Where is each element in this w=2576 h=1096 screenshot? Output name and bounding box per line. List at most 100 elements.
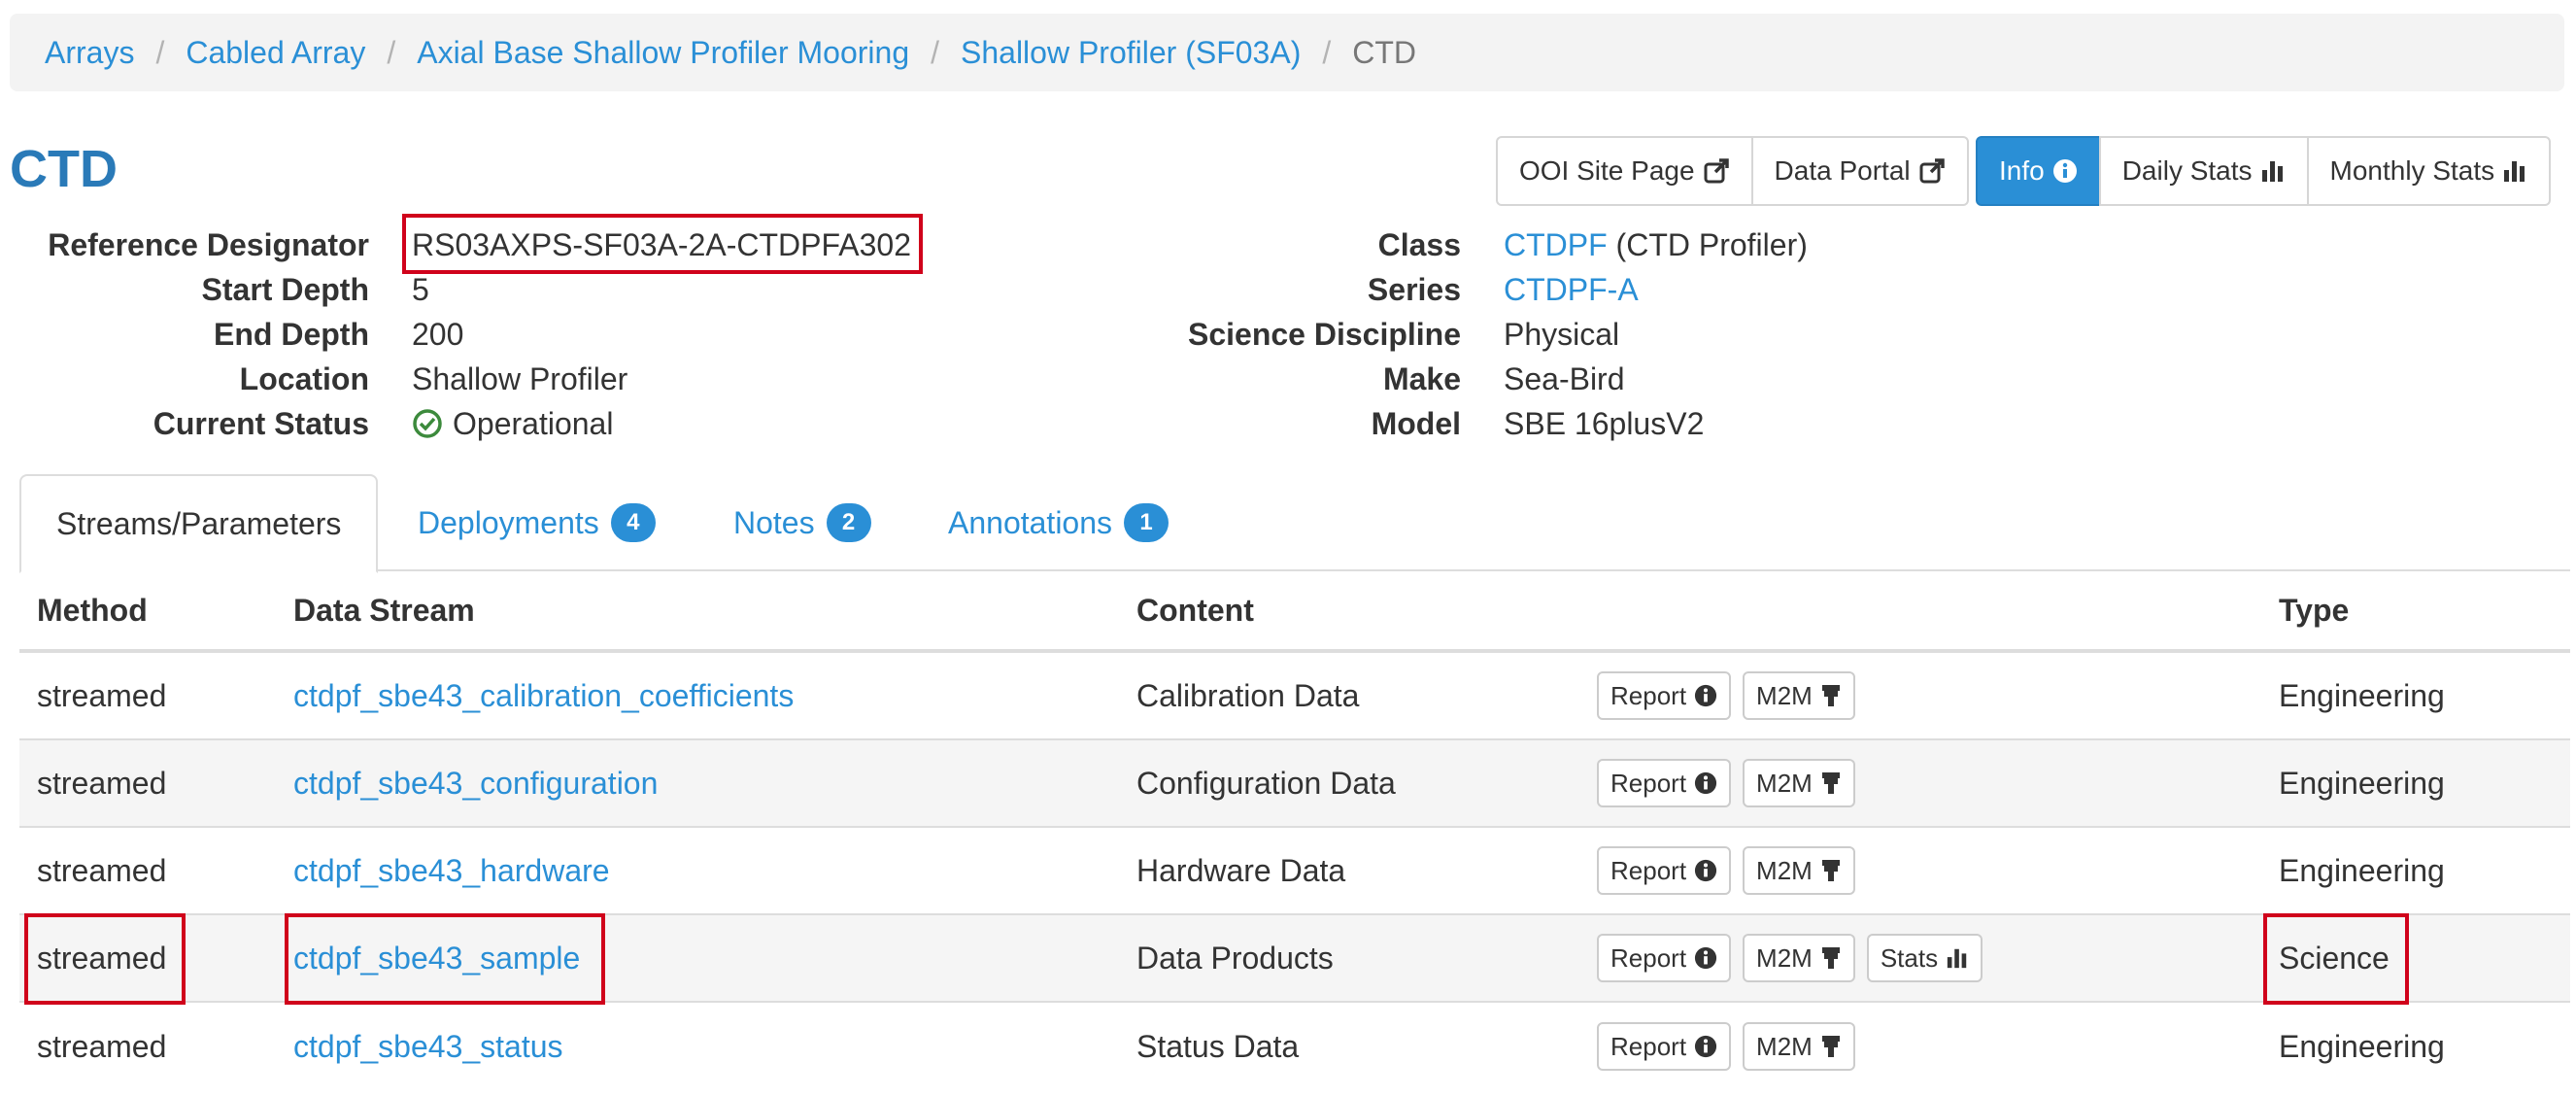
header-data-stream: Data Stream [293, 592, 475, 628]
m2m-label: M2M [1756, 942, 1813, 973]
data-stream-link[interactable]: ctdpf_sbe43_calibration_coefficients [293, 678, 794, 714]
row-type: Engineering [2279, 852, 2445, 888]
data-stream-link[interactable]: ctdpf_sbe43_configuration [293, 766, 658, 802]
tab-streams-label: Streams/Parameters [56, 505, 342, 541]
model-label: Model [1371, 406, 1461, 441]
m2m-button[interactable]: M2M [1743, 671, 1855, 720]
info-circle-icon [1694, 859, 1717, 882]
breadcrumb-mooring[interactable]: Axial Base Shallow Profiler Mooring [417, 35, 909, 71]
current-status-label: Current Status [153, 406, 369, 441]
annotations-count-badge: 1 [1124, 503, 1169, 542]
table-row: streamed ctdpf_sbe43_calibration_coeffic… [19, 653, 2570, 740]
plug-icon [1821, 1036, 1840, 1057]
page-title: CTD [10, 140, 118, 198]
tab-notes-label: Notes [733, 504, 815, 540]
report-button[interactable]: Report [1597, 671, 1732, 720]
ooi-site-page-button[interactable]: OOI Site Page [1496, 136, 1753, 206]
row-content: Configuration Data [1136, 765, 1396, 801]
monthly-stats-button[interactable]: Monthly Stats [2306, 136, 2552, 206]
m2m-button[interactable]: M2M [1743, 1022, 1855, 1071]
report-label: Report [1610, 680, 1687, 710]
bar-chart-icon [2261, 161, 2283, 182]
location-value: Shallow Profiler [412, 361, 628, 396]
data-stream-highlight [285, 913, 605, 1005]
notes-count-badge: 2 [826, 503, 871, 542]
data-stream-link[interactable]: ctdpf_sbe43_status [293, 1029, 563, 1065]
end-depth-label: End Depth [214, 317, 369, 352]
breadcrumb-cabled-array[interactable]: Cabled Array [186, 35, 365, 71]
report-button[interactable]: Report [1597, 759, 1732, 807]
row-type: Engineering [2279, 1028, 2445, 1064]
info-button[interactable]: Info [1976, 136, 2101, 206]
series-link[interactable]: CTDPF-A [1504, 272, 1639, 307]
monthly-stats-label: Monthly Stats [2329, 155, 2495, 186]
row-method: streamed [37, 677, 167, 713]
end-depth-value: 200 [412, 317, 464, 352]
breadcrumb-separator: / [931, 34, 939, 70]
table-row: streamed ctdpf_sbe43_hardware Hardware D… [19, 828, 2570, 915]
m2m-button[interactable]: M2M [1743, 934, 1855, 982]
table-header: Method Data Stream Content Type [19, 571, 2570, 653]
tab-annotations-label: Annotations [948, 504, 1113, 540]
series-value: CTDPF-A [1504, 270, 1639, 309]
series-label: Series [1367, 272, 1461, 307]
report-button[interactable]: Report [1597, 1022, 1732, 1071]
class-link[interactable]: CTDPF [1504, 227, 1608, 262]
report-button[interactable]: Report [1597, 846, 1732, 895]
info-circle-icon [1694, 684, 1717, 707]
reference-designator-label: Reference Designator [48, 227, 369, 262]
breadcrumb-separator: / [1322, 34, 1332, 70]
current-status-text: Operational [453, 406, 614, 441]
tab-annotations[interactable]: Annotations 1 [948, 474, 1169, 571]
model-value: SBE 16plusV2 [1504, 406, 1705, 441]
breadcrumb-profiler[interactable]: Shallow Profiler (SF03A) [961, 35, 1301, 71]
m2m-label: M2M [1756, 855, 1813, 885]
row-method: streamed [37, 852, 167, 888]
row-method: streamed [37, 765, 167, 801]
science-discipline-label: Science Discipline [1187, 317, 1461, 352]
bar-chart-icon [1947, 948, 1967, 969]
check-circle-icon [413, 409, 442, 438]
external-links-group: OOI Site Page Data Portal [1496, 136, 1969, 206]
stats-button[interactable]: Stats [1866, 934, 1983, 982]
breadcrumb-arrays[interactable]: Arrays [45, 35, 134, 71]
make-label: Make [1382, 361, 1461, 396]
ooi-site-page-label: OOI Site Page [1519, 155, 1695, 186]
row-actions: Report M2M [1597, 653, 1867, 738]
table-row: streamed ctdpf_sbe43_sample Data Product… [19, 913, 2570, 1005]
start-depth-value: 5 [412, 272, 429, 307]
tab-deployments[interactable]: Deployments 4 [418, 474, 656, 571]
m2m-button[interactable]: M2M [1743, 846, 1855, 895]
tab-streams-parameters[interactable]: Streams/Parameters [19, 474, 379, 573]
table-row: streamed ctdpf_sbe43_status Status Data … [19, 1003, 2570, 1090]
external-link-icon [1919, 158, 1945, 184]
current-status-value: Operational [412, 404, 613, 443]
header-content: Content [1136, 592, 1254, 628]
plug-icon [1821, 947, 1840, 969]
report-label: Report [1610, 768, 1687, 798]
location-label: Location [239, 361, 369, 396]
plug-icon [1821, 860, 1840, 881]
class-value: CTDPF (CTD Profiler) [1504, 225, 1808, 264]
start-depth-label: Start Depth [201, 272, 369, 307]
row-actions: Report M2M Stats [1597, 915, 1994, 1001]
tab-notes[interactable]: Notes 2 [733, 474, 871, 571]
m2m-button[interactable]: M2M [1743, 759, 1855, 807]
report-button[interactable]: Report [1597, 934, 1732, 982]
breadcrumb-current: CTD [1352, 34, 1416, 70]
header-type: Type [2279, 592, 2350, 628]
row-content: Hardware Data [1136, 852, 1346, 888]
report-label: Report [1610, 942, 1687, 973]
row-actions: Report M2M [1597, 740, 1867, 826]
daily-stats-button[interactable]: Daily Stats [2098, 136, 2309, 206]
m2m-label: M2M [1756, 768, 1813, 798]
info-circle-icon [1694, 946, 1717, 970]
data-stream-link[interactable]: ctdpf_sbe43_hardware [293, 853, 610, 889]
m2m-label: M2M [1756, 1031, 1813, 1061]
breadcrumb-separator: / [155, 34, 165, 70]
deployments-count-badge: 4 [610, 503, 656, 542]
data-portal-label: Data Portal [1774, 155, 1911, 186]
stats-label: Stats [1880, 942, 1939, 973]
data-portal-button[interactable]: Data Portal [1750, 136, 1969, 206]
type-highlight [2263, 913, 2409, 1005]
